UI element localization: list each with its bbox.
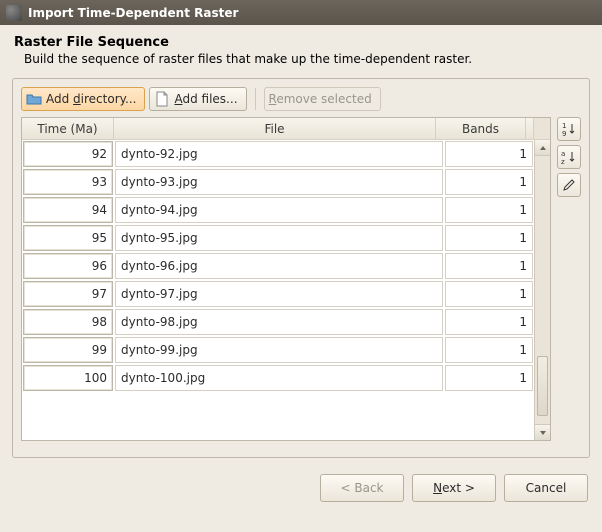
sort-numeric-button[interactable]: 19 [557, 117, 581, 141]
chevron-up-icon [539, 144, 547, 152]
svg-text:9: 9 [562, 130, 566, 137]
cell-bands[interactable]: 1 [445, 365, 533, 391]
file-icon [154, 91, 170, 107]
table-row[interactable]: 94dynto-94.jpg1 [22, 196, 534, 224]
cell-time[interactable]: 96 [23, 253, 113, 279]
cell-time[interactable]: 100 [23, 365, 113, 391]
scrollbar-track[interactable] [535, 156, 550, 424]
table-row[interactable]: 100dynto-100.jpg1 [22, 364, 534, 392]
cell-bands[interactable]: 1 [445, 337, 533, 363]
back-button[interactable]: < Back [320, 474, 404, 502]
scroll-down-button[interactable] [535, 424, 550, 440]
cancel-button[interactable]: Cancel [504, 474, 588, 502]
cell-time[interactable]: 93 [23, 169, 113, 195]
page-title: Raster File Sequence [14, 35, 588, 50]
scroll-up-button[interactable] [535, 140, 550, 156]
cell-bands[interactable]: 1 [445, 169, 533, 195]
cell-bands[interactable]: 1 [445, 281, 533, 307]
sort-alpha-icon: az [561, 149, 577, 165]
add-directory-label: Add directory... [46, 92, 136, 106]
cell-time[interactable]: 99 [23, 337, 113, 363]
app-icon [6, 5, 22, 21]
table-row[interactable]: 96dynto-96.jpg1 [22, 252, 534, 280]
add-directory-button[interactable]: Add directory... [21, 87, 145, 111]
col-header-bands[interactable]: Bands [436, 118, 526, 139]
cell-file[interactable]: dynto-100.jpg [115, 365, 443, 391]
sort-alpha-button[interactable]: az [557, 145, 581, 169]
side-buttons: 19 az [557, 117, 581, 441]
sort-numeric-icon: 19 [561, 121, 577, 137]
window-title: Import Time-Dependent Raster [28, 6, 238, 20]
cell-file[interactable]: dynto-97.jpg [115, 281, 443, 307]
table-row[interactable]: 93dynto-93.jpg1 [22, 168, 534, 196]
col-header-time[interactable]: Time (Ma) [22, 118, 114, 139]
cell-file[interactable]: dynto-99.jpg [115, 337, 443, 363]
cell-time[interactable]: 94 [23, 197, 113, 223]
wizard-footer: < Back Next > Cancel [0, 458, 602, 502]
scrollbar-thumb[interactable] [537, 356, 548, 416]
col-header-file[interactable]: File [114, 118, 436, 139]
table-row[interactable]: 99dynto-99.jpg1 [22, 336, 534, 364]
table-row[interactable]: 95dynto-95.jpg1 [22, 224, 534, 252]
svg-text:a: a [561, 150, 565, 158]
cell-bands[interactable]: 1 [445, 253, 533, 279]
col-header-spacer [526, 118, 534, 139]
table-body: 92dynto-92.jpg193dynto-93.jpg194dynto-94… [22, 140, 534, 440]
cell-file[interactable]: dynto-94.jpg [115, 197, 443, 223]
next-label: Next > [433, 481, 475, 495]
content-row: Time (Ma) File Bands 92dynto-92.jpg193dy… [21, 117, 581, 441]
add-files-button[interactable]: Add files... [149, 87, 246, 111]
heading-area: Raster File Sequence Build the sequence … [0, 25, 602, 78]
cell-time[interactable]: 98 [23, 309, 113, 335]
chevron-down-icon [539, 429, 547, 437]
vertical-scrollbar[interactable] [534, 140, 550, 440]
page-subtitle: Build the sequence of raster files that … [14, 52, 588, 66]
content-panel: Add directory... Add files... Remove sel… [12, 78, 590, 458]
cell-file[interactable]: dynto-95.jpg [115, 225, 443, 251]
table-row[interactable]: 98dynto-98.jpg1 [22, 308, 534, 336]
cell-bands[interactable]: 1 [445, 309, 533, 335]
table-row[interactable]: 92dynto-92.jpg1 [22, 140, 534, 168]
cell-file[interactable]: dynto-98.jpg [115, 309, 443, 335]
file-table: Time (Ma) File Bands 92dynto-92.jpg193dy… [21, 117, 551, 441]
cell-time[interactable]: 92 [23, 141, 113, 167]
pencil-icon [561, 177, 577, 193]
table-header: Time (Ma) File Bands [22, 118, 550, 140]
cell-bands[interactable]: 1 [445, 197, 533, 223]
toolbar-separator [255, 88, 256, 110]
header-scroll-corner [534, 118, 550, 139]
titlebar: Import Time-Dependent Raster [0, 0, 602, 25]
cell-time[interactable]: 97 [23, 281, 113, 307]
folder-icon [26, 91, 42, 107]
cell-bands[interactable]: 1 [445, 141, 533, 167]
toolbar: Add directory... Add files... Remove sel… [21, 87, 581, 111]
remove-selected-label: Remove selected [269, 92, 372, 106]
cell-time[interactable]: 95 [23, 225, 113, 251]
cell-bands[interactable]: 1 [445, 225, 533, 251]
svg-text:1: 1 [562, 122, 566, 130]
edit-button[interactable] [557, 173, 581, 197]
cell-file[interactable]: dynto-93.jpg [115, 169, 443, 195]
remove-selected-button[interactable]: Remove selected [264, 87, 381, 111]
table-row[interactable]: 97dynto-97.jpg1 [22, 280, 534, 308]
dialog-client: Raster File Sequence Build the sequence … [0, 25, 602, 532]
svg-text:z: z [561, 158, 565, 165]
next-button[interactable]: Next > [412, 474, 496, 502]
cell-file[interactable]: dynto-96.jpg [115, 253, 443, 279]
add-files-label: Add files... [174, 92, 237, 106]
cell-file[interactable]: dynto-92.jpg [115, 141, 443, 167]
